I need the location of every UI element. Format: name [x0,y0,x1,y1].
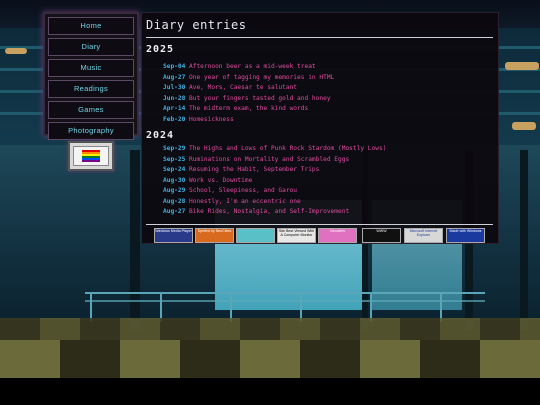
entry-date: Aug-27 [163,73,186,81]
sidebar-nav: Home Diary Music Readings Games Photogra… [43,12,139,140]
web-badge-button[interactable]: Made with Windows [446,228,485,243]
entry-date: Jun-28 [163,94,186,102]
divider [146,37,493,38]
pride-badge[interactable] [68,141,114,171]
entry-link[interactable]: Resuming the Habit, September Trips [189,166,319,173]
list-item: Sep-29 The Highs and Lows of Punk Rock St… [163,144,386,154]
entry-date: Aug-28 [163,197,186,205]
letterbox-bar [0,378,540,405]
list-item: Aug-29 School, Sleepiness, and Garou [163,186,297,196]
entry-link[interactable]: One year of tagging my memories in HTML [189,74,334,81]
entry-link[interactable]: School, Sleepiness, and Garou [189,187,297,194]
list-item: Aug-27 One year of tagging my memories in… [163,73,334,83]
list-item: Apr-14 The midterm exam, the kind words [163,104,308,114]
list-item: Aug-30 Work vs. Downtime [163,176,252,186]
list-item: Jul-30 Ave, Mors, Caesar te salutant [163,83,297,93]
web-badge-button[interactable]: WWW [362,228,401,243]
web-buttons-row: Windows Media Player Spirited by NeoCitie… [154,228,494,243]
entry-date: Apr-14 [163,105,186,112]
web-badge-button[interactable]: Microsoft Internet Explorer [404,228,443,243]
nav-home[interactable]: Home [48,17,134,35]
pride-flag-icon [82,150,100,162]
year-heading: 2025 [146,44,175,55]
list-item: Sep-04 Afternoon beer as a mid-week treat [163,62,316,72]
entry-date: Sep-29 [163,145,186,152]
entry-date: Sep-25 [163,155,186,163]
web-badge-button[interactable]: Spirited by NeoCities [195,228,234,243]
divider [146,224,493,225]
entry-date: Sep-04 [163,63,186,70]
entry-date: Aug-29 [163,187,186,194]
nav-readings[interactable]: Readings [48,80,134,98]
web-badge-button[interactable]: Neocities [318,228,357,243]
web-badge-button[interactable] [236,228,275,243]
list-item: Aug-28 Honestly, I'm an eccentric one [163,197,301,207]
entry-link[interactable]: But your fingers tasted gold and honey [189,95,331,102]
nav-music[interactable]: Music [48,59,134,77]
entry-date: Jul-30 [163,84,186,91]
web-badge-button[interactable]: Windows Media Player [154,228,193,243]
entry-link[interactable]: The Highs and Lows of Punk Rock Stardom … [189,145,386,152]
entry-date: Sep-24 [163,166,186,173]
entry-link[interactable]: Ruminations on Mortality and Scrambled E… [189,156,349,163]
list-item: Sep-24 Resuming the Habit, September Trip… [163,165,319,175]
nav-diary[interactable]: Diary [48,38,134,56]
entry-date: Aug-30 [163,176,186,184]
entry-link[interactable]: Ave, Mors, Caesar te salutant [189,84,297,91]
diary-panel: Diary entries 2025 Sep-04 Afternoon beer … [141,12,499,244]
entry-link[interactable]: Homesickness [189,116,234,123]
checkered-floor [0,340,540,378]
entry-date: Feb-20 [163,115,186,123]
web-badge-button[interactable]: Site Best Viewed With A Computer Monitor [277,228,316,243]
ceiling-lamp [512,122,536,130]
ceiling-lamp [5,48,27,54]
list-item: Sep-25 Ruminations on Mortality and Scram… [163,155,349,165]
ceiling-lamp [505,62,539,70]
year-heading: 2024 [146,130,175,141]
entry-link[interactable]: The midterm exam, the kind words [189,105,308,112]
entry-link[interactable]: Honestly, I'm an eccentric one [189,198,301,205]
entry-link[interactable]: Afternoon beer as a mid-week treat [189,63,316,70]
entry-link[interactable]: Bike Rides, Nostalgia, and Self-Improvem… [189,208,349,215]
badge-frame [73,146,109,166]
nav-games[interactable]: Games [48,101,134,119]
page-title: Diary entries [146,18,247,32]
entry-link[interactable]: Work vs. Downtime [189,177,252,184]
entry-date: Aug-27 [163,208,186,215]
list-item: Feb-20 Homesickness [163,115,234,125]
nav-photography[interactable]: Photography [48,122,134,140]
list-item: Aug-27 Bike Rides, Nostalgia, and Self-Im… [163,207,349,217]
list-item: Jun-28 But your fingers tasted gold and h… [163,94,331,104]
